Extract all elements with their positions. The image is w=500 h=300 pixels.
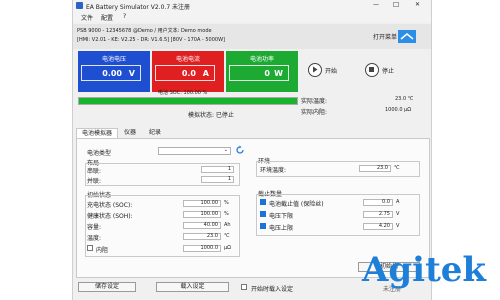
play-icon — [313, 66, 318, 73]
tab-battery-simulator[interactable]: 电池模拟器 — [76, 128, 118, 138]
voltage-unit: V — [128, 69, 135, 78]
parallel-input[interactable]: 1 — [201, 176, 234, 183]
voltage-upper-unit: V — [396, 223, 400, 229]
series-input[interactable]: 1 — [201, 166, 234, 173]
menu-bar: 文件 配置 ? — [73, 11, 431, 22]
menu-arrow-icon[interactable] — [398, 30, 416, 43]
tab-instrument[interactable]: 仪器 — [118, 128, 142, 138]
soh-row-label: 健康状态 (SOH): — [87, 213, 133, 220]
save-settings-button[interactable]: 储存设定 — [78, 282, 136, 292]
parallel-label: 并联: — [87, 178, 102, 185]
actual-resistance-value: 1000.0 μΩ — [385, 107, 412, 113]
menu-file[interactable]: 文件 — [81, 13, 93, 22]
voltage-lower-checkbox[interactable] — [260, 211, 266, 217]
simulation-status: 模拟状态: 已停止 — [188, 112, 234, 119]
chevron-down-icon: ⌄ — [223, 147, 228, 153]
power-tile: 电池功率 0 W — [226, 51, 298, 92]
fuse-limit-input[interactable]: 0.0 — [363, 199, 393, 206]
close-icon[interactable]: ✕ — [415, 1, 420, 8]
internal-resistance-label: 内阻 — [96, 247, 109, 254]
current-unit: A — [202, 69, 209, 78]
power-tile-label: 电池功率 — [249, 56, 274, 63]
capacity-input[interactable]: 40.00 — [183, 222, 221, 229]
start-button[interactable] — [308, 63, 322, 77]
app-logo-icon — [76, 2, 83, 9]
menu-config[interactable]: 配置 — [101, 13, 113, 22]
voltage-tile: 电池电压 0.00 V — [78, 51, 150, 92]
capacity-row-label: 容量: — [87, 224, 102, 231]
capacity-unit: Ah — [224, 222, 231, 228]
stop-icon — [369, 67, 374, 72]
temperature-input[interactable]: 23.0 — [183, 233, 221, 240]
current-tile: 电池电流 0.0 A — [152, 51, 224, 92]
soc-unit: % — [224, 200, 229, 206]
load-settings-button[interactable]: 载入设定 — [156, 282, 229, 292]
series-label: 串联: — [87, 168, 102, 175]
voltage-lower-input[interactable]: 2.75 — [363, 211, 393, 218]
current-tile-label: 电池电流 — [175, 56, 200, 63]
open-menu-button[interactable]: 打开菜单 — [373, 32, 397, 41]
stop-label[interactable]: 停止 — [382, 66, 394, 75]
env-temp-input[interactable]: 23.0 — [359, 165, 391, 172]
internal-resistance-checkbox[interactable] — [87, 245, 93, 251]
fuse-limit-checkbox[interactable] — [260, 199, 266, 205]
actual-temp-label: 实际温度: — [301, 98, 328, 105]
minimize-icon[interactable]: — — [373, 1, 379, 8]
internal-resistance-unit: μΩ — [224, 245, 232, 251]
maximize-icon[interactable]: ☐ — [393, 1, 399, 9]
power-unit: W — [274, 69, 283, 78]
voltage-upper-label: 电压上限 — [269, 225, 294, 232]
voltage-tile-label: 电池电压 — [101, 56, 126, 63]
battery-type-select[interactable]: ⌄ — [158, 147, 231, 155]
soc-input[interactable]: 100.00 — [183, 200, 221, 207]
window-title: EA Battery Simulator V2.0.7 未注册 — [86, 4, 191, 11]
env-temp-label: 环境温度: — [260, 167, 287, 174]
autoload-checkbox[interactable] — [241, 284, 247, 290]
title-bar: EA Battery Simulator V2.0.7 未注册 — ☐ ✕ — [73, 0, 431, 11]
voltage-lower-label: 电压下限 — [269, 213, 294, 220]
tab-records[interactable]: 纪录 — [143, 128, 167, 138]
voltage-value: 0.00 — [102, 69, 122, 78]
fuse-limit-label: 电池截止值 (保险丝) — [269, 201, 324, 208]
soh-input[interactable]: 100.00 — [183, 211, 221, 218]
voltage-value-box: 0.00 V — [81, 65, 141, 81]
agitek-watermark: Agitek — [362, 250, 486, 290]
temperature-row-label: 温度: — [87, 235, 102, 242]
start-label[interactable]: 开始 — [325, 66, 337, 75]
device-line-2: [HMI: V2.01 - KE: V2.25 - DR: V1.6.5] [8… — [77, 37, 225, 43]
internal-resistance-input[interactable]: 1000.0 — [183, 245, 221, 252]
device-info-bar: PSB 9000 - 12345678 @Demo / 用户文本: Demo m… — [73, 24, 431, 49]
temperature-unit: ℃ — [224, 233, 230, 239]
voltage-upper-checkbox[interactable] — [260, 223, 266, 229]
voltage-upper-input[interactable]: 4.20 — [363, 223, 393, 230]
refresh-icon[interactable] — [235, 145, 245, 157]
voltage-lower-unit: V — [396, 211, 400, 217]
power-value-box: 0 W — [229, 65, 289, 81]
device-line-1: PSB 9000 - 12345678 @Demo / 用户文本: Demo m… — [77, 28, 212, 34]
soh-unit: % — [224, 211, 229, 217]
menu-help[interactable]: ? — [123, 13, 126, 20]
soc-bar-track — [78, 97, 298, 105]
current-value-box: 0.0 A — [155, 65, 215, 81]
actual-temp-value: 23.0 ℃ — [395, 96, 414, 102]
soc-bar-fill — [79, 98, 297, 104]
actual-resistance-label: 实际内阻: — [301, 109, 328, 116]
battery-type-label: 电池类型 — [87, 150, 112, 157]
soc-row-label: 充电状态 (SOC): — [87, 202, 133, 209]
soc-text: 电池 SOC: 100.00 % — [158, 90, 208, 96]
power-value: 0 — [264, 69, 270, 78]
autoload-label: 开始时载入设定 — [251, 286, 294, 293]
env-temp-unit: ℃ — [394, 165, 400, 171]
stop-button[interactable] — [365, 63, 379, 77]
current-value: 0.0 — [181, 69, 196, 78]
fuse-limit-unit: A — [396, 199, 400, 205]
